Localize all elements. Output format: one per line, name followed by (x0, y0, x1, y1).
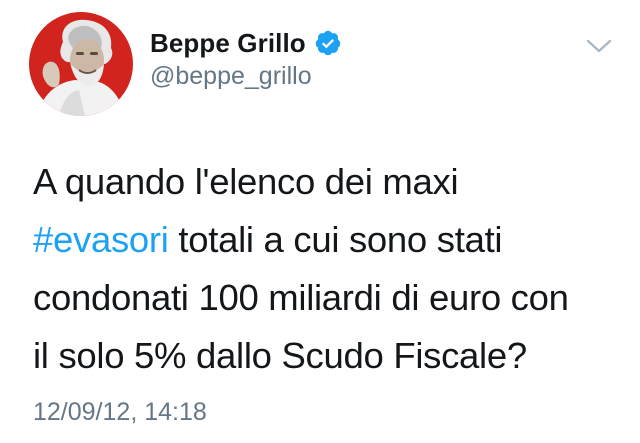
author-name-row: Beppe Grillo (150, 27, 342, 59)
tweet-text-line-3: condonati 100 miliardi di euro con (33, 277, 569, 318)
chevron-down-icon[interactable] (585, 36, 613, 56)
hashtag-link[interactable]: #evasori (33, 219, 169, 260)
author-display-name[interactable]: Beppe Grillo (150, 28, 306, 59)
author-handle[interactable]: @beppe_grillo (150, 62, 312, 91)
avatar[interactable] (29, 12, 133, 116)
tweet-text-line-2: totali a cui sono stati (168, 219, 503, 260)
tweet-card: Beppe Grillo @beppe_grillo A quando l'el… (0, 0, 640, 443)
tweet-timestamp[interactable]: 12/09/12, 14:18 (33, 398, 207, 427)
tweet-text-line-4: il solo 5% dallo Scudo Fiscale? (33, 335, 527, 376)
tweet-text: A quando l'elenco dei maxi #evasori tota… (33, 153, 623, 385)
tweet-text-line-1: A quando l'elenco dei maxi (33, 161, 459, 202)
avatar-photo (29, 12, 133, 116)
verified-badge-icon (314, 29, 342, 57)
